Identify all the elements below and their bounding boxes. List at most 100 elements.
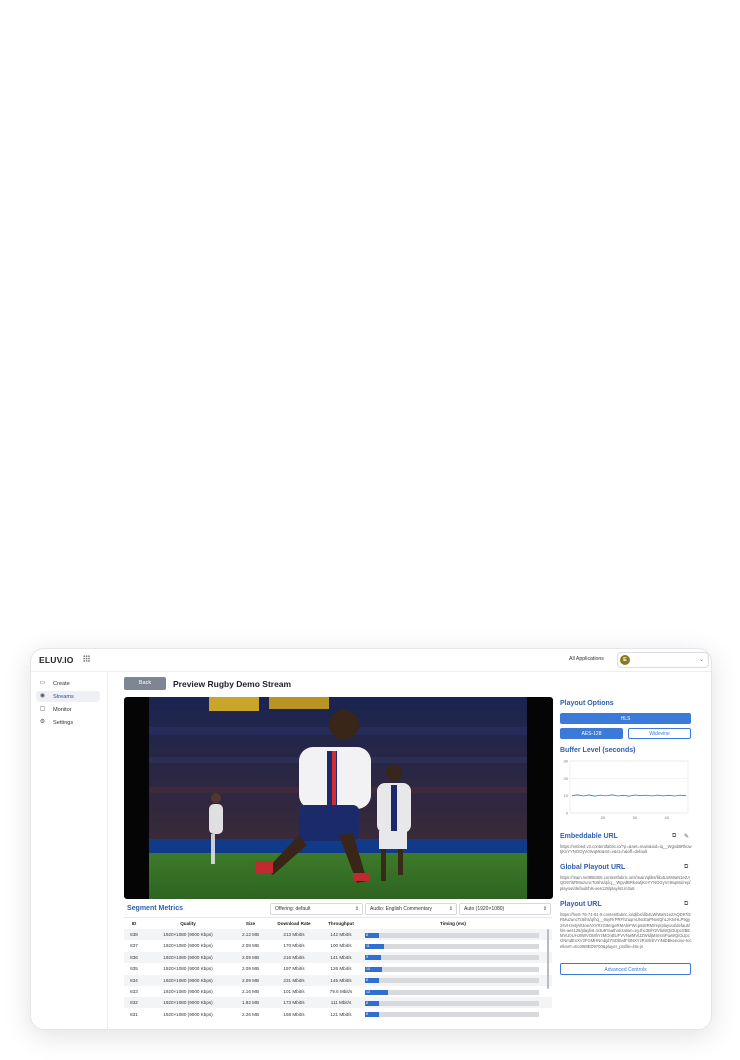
sidebar-item-label: Create xyxy=(53,680,70,687)
timing-bar-track xyxy=(365,1012,539,1018)
table-row: 833 1920×1080 (9000 Kbps) 2.16 MB 101 Mbit/… xyxy=(124,986,552,997)
sidebar-item-label: Settings xyxy=(53,719,74,726)
cell-size: 2.26 MB xyxy=(241,1011,260,1017)
back-button[interactable]: Back xyxy=(124,677,166,690)
edit-icon[interactable]: ✎ xyxy=(684,833,689,840)
y-tick-label: 10 xyxy=(564,793,569,798)
cell-size: 1.92 MB xyxy=(241,1000,260,1006)
cell-throughput: 121 Mbit/s xyxy=(330,1011,352,1017)
timing-bar: 13 xyxy=(365,989,388,995)
sidebar-item-settings[interactable]: ⚙ Settings xyxy=(36,717,100,728)
copy-icon[interactable]: ⧉ xyxy=(672,833,676,840)
app-window: ELUV.IO All Applications E ⌄ ▭ Create ◉ … xyxy=(30,648,712,1030)
timing-bar: 9 xyxy=(365,955,381,961)
sidebar: ▭ Create ◉ Streams ▢ Monitor ⚙ Settings xyxy=(31,672,108,1029)
cell-id: 832 xyxy=(130,1000,138,1006)
cell-size: 2.16 MB xyxy=(241,989,260,994)
sidebar-item-monitor[interactable]: ▢ Monitor xyxy=(36,704,100,715)
column-header-download-rate: Download Rate xyxy=(277,921,311,926)
embeddable-url-title: Embeddable URL xyxy=(560,833,618,840)
cell-id: 838 xyxy=(130,932,138,937)
global-playout-url-text[interactable]: https://main.net955305.contentfabric.io/… xyxy=(560,875,692,891)
timing-bar-track xyxy=(365,978,539,984)
table-row: 834 1920×1080 (9000 Kbps) 2.09 MB 231 Mbit/… xyxy=(124,974,552,986)
column-header-throughput: Throughput xyxy=(328,921,354,926)
cell-download-rate: 216 Mbit/s xyxy=(283,954,305,960)
eluvio-logo[interactable]: ELUV.IO xyxy=(39,655,74,665)
cell-quality: 1920×1080 (9000 Kbps) xyxy=(163,966,213,972)
sidebar-item-create[interactable]: ▭ Create xyxy=(36,678,100,689)
gear-icon: ⚙ xyxy=(39,719,46,725)
cell-download-rate: 231 Mbit/s xyxy=(283,977,305,983)
playout-url-title: Playout URL xyxy=(560,901,602,908)
cell-download-rate: 197 Mbit/s xyxy=(283,966,305,972)
timing-bar: 8 xyxy=(365,932,379,938)
table-row: 838 1920×1080 (9000 Kbps) 2.12 MB 213 Mbit/… xyxy=(124,929,552,940)
avatar: E xyxy=(620,655,630,665)
cell-throughput: 142 Mbit/s xyxy=(330,932,352,937)
timing-bar-track xyxy=(365,966,539,972)
y-tick-label: 30 xyxy=(564,759,569,764)
cell-throughput: 141 Mbit/s xyxy=(330,954,352,960)
cell-throughput: 111 Mbit/s xyxy=(330,1000,352,1006)
segment-metrics-table: ID Quality Size Download Rate Throughput… xyxy=(124,917,552,1028)
table-row: 832 1920×1080 (9000 Kbps) 1.92 MB 173 Mbit/… xyxy=(124,997,552,1009)
cell-size: 2.08 MB xyxy=(241,943,260,949)
cell-quality: 1920×1080 (9000 Kbps) xyxy=(163,989,213,994)
cell-size: 2.09 MB xyxy=(241,954,260,960)
chevron-down-icon: ⌄ xyxy=(698,657,704,663)
apps-grid-icon[interactable] xyxy=(83,655,90,662)
table-row: 835 1920×1080 (9000 Kbps) 2.09 MB 197 Mbit/… xyxy=(124,963,552,974)
cell-download-rate: 213 Mbit/s xyxy=(283,932,305,937)
cell-id: 836 xyxy=(130,954,138,960)
cell-download-rate: 170 Mbit/s xyxy=(283,943,305,949)
video-player[interactable] xyxy=(124,697,553,899)
table-row: 837 1920×1080 (9000 Kbps) 2.08 MB 170 Mbit/… xyxy=(124,940,552,951)
advanced-controls-button[interactable]: Advanced Controls xyxy=(560,963,691,975)
sidebar-item-streams[interactable]: ◉ Streams xyxy=(36,691,100,702)
widevine-button[interactable]: Widevine xyxy=(628,728,691,739)
segment-metrics-title: Segment Metrics xyxy=(127,905,184,912)
aes-128-button[interactable]: AES-128 xyxy=(560,728,623,739)
broadcast-icon: ◉ xyxy=(39,693,46,699)
embeddable-url-text[interactable]: https://embed.v3.contentfabric.io/?p=&ne… xyxy=(560,844,692,855)
column-header-size: Size xyxy=(245,921,256,926)
timing-bar: 10 xyxy=(365,966,383,972)
select-arrows-icon: ⇕ xyxy=(448,906,453,912)
cell-quality: 1920×1080 (9000 Kbps) xyxy=(163,977,213,983)
timing-bar: 8 xyxy=(365,1000,379,1006)
cell-size: 2.09 MB xyxy=(241,977,260,983)
top-bar: ELUV.IO All Applications E ⌄ xyxy=(31,649,711,672)
hls-button[interactable]: HLS xyxy=(560,713,691,724)
audio-select[interactable]: Audio: English Commentary ⇕ xyxy=(365,903,457,915)
all-applications-link[interactable]: All Applications xyxy=(569,656,604,662)
cell-throughput: 145 Mbit/s xyxy=(330,977,352,983)
cell-size: 2.09 MB xyxy=(241,966,260,972)
cell-size: 2.12 MB xyxy=(241,932,260,937)
copy-icon[interactable]: ⧉ xyxy=(684,864,688,871)
cell-download-rate: 173 Mbit/s xyxy=(283,1000,305,1006)
offering-value: Offering: default xyxy=(275,906,311,912)
select-arrows-icon: ⇕ xyxy=(354,906,359,912)
cell-id: 831 xyxy=(130,1011,138,1017)
cell-quality: 1920×1080 (9000 Kbps) xyxy=(163,954,213,960)
cell-download-rate: 168 Mbit/s xyxy=(283,1011,305,1017)
quality-select[interactable]: Auto (1920×1080) ⇕ xyxy=(459,903,551,915)
audio-value: Audio: English Commentary xyxy=(370,906,432,912)
table-scrollbar[interactable] xyxy=(547,929,549,989)
cell-quality: 1920×1080 (9000 Kbps) xyxy=(163,1011,213,1017)
sidebar-item-label: Monitor xyxy=(53,706,72,713)
cell-id: 834 xyxy=(130,977,138,983)
copy-icon[interactable]: ⧉ xyxy=(684,901,688,908)
video-camera-icon: ▭ xyxy=(39,680,46,686)
timing-bar: 8 xyxy=(365,1012,379,1018)
x-tick-label: 20 xyxy=(601,815,606,820)
offering-select[interactable]: Offering: default ⇕ xyxy=(270,903,363,915)
sidebar-item-label: Streams xyxy=(53,693,74,700)
cell-id: 835 xyxy=(130,966,138,972)
playout-url-text[interactable]: https://host-76-74-91-9.contentfabric.io… xyxy=(560,912,692,949)
cell-id: 837 xyxy=(130,943,138,949)
page-title: Preview Rugby Demo Stream xyxy=(173,679,292,689)
cell-throughput: 126 Mbit/s xyxy=(330,966,352,972)
user-account-select[interactable]: E ⌄ xyxy=(617,652,709,668)
